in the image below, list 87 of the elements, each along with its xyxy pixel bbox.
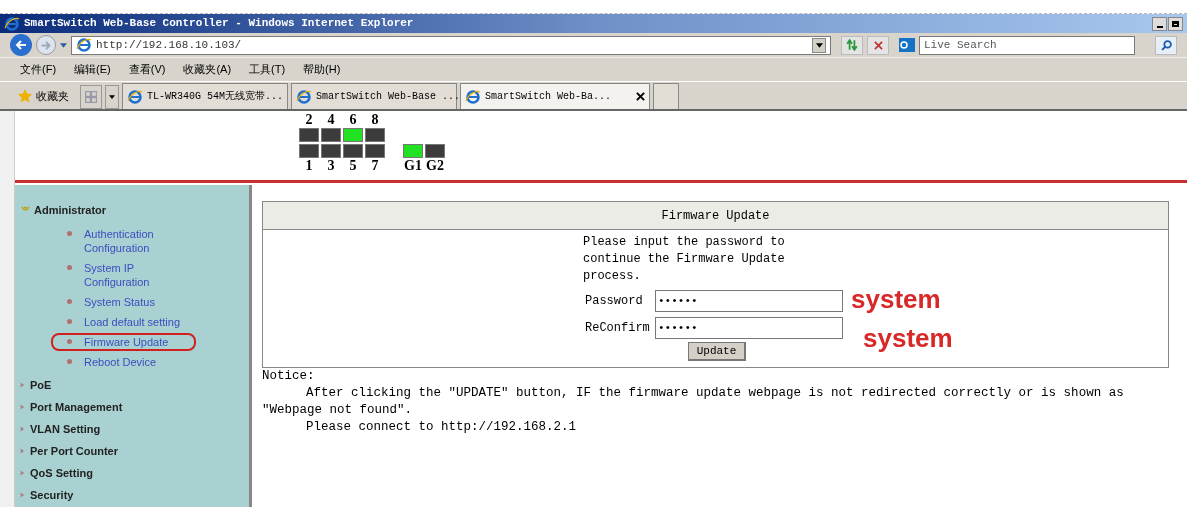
dropdown-button[interactable] [812, 37, 826, 53]
menu-group[interactable]: Security [20, 484, 249, 506]
refresh-button[interactable] [841, 35, 863, 55]
port-label: 6 [348, 113, 358, 127]
notice-text: After clicking the "UPDATE" button, IF the firmware update webpage is not redirected correctly or is shown as "Webpage not found". [262, 385, 1125, 419]
menu-link[interactable]: Reboot Device [51, 353, 196, 371]
stop-button[interactable] [867, 35, 889, 55]
caret-icon [60, 42, 67, 48]
menu-link[interactable]: System Status [51, 293, 196, 311]
browser-logo-icon [76, 37, 92, 53]
mail-logo-icon [899, 38, 915, 52]
browser-tab[interactable]: SmartSwitch Web-Ba... [460, 83, 650, 109]
search-field[interactable]: Live Search [919, 35, 1135, 55]
port-label: G1 [403, 159, 423, 173]
port-label: 8 [370, 113, 380, 127]
double-chevron-icon [20, 206, 30, 214]
chevron-icon [20, 447, 26, 455]
favorites-button[interactable]: 收藏夹 [18, 83, 77, 109]
right-arrow-icon [41, 40, 51, 50]
menu-group[interactable]: Per Port Counter [20, 440, 249, 462]
update-button[interactable]: Update [688, 342, 746, 361]
browser-logo-icon [465, 88, 481, 105]
address-field[interactable]: http://192.168.10.103/ [71, 35, 831, 55]
browser-logo-icon [127, 88, 143, 105]
panel-title: Firmware Update [661, 207, 770, 225]
browser-logo-icon [296, 88, 312, 105]
chevron-icon [20, 381, 26, 389]
grid-icon [85, 91, 97, 103]
menu-item[interactable]: 收藏夹(A) [183, 61, 232, 78]
close-icon[interactable] [636, 92, 645, 101]
port-label: 1 [304, 159, 314, 173]
port-label: 7 [370, 159, 380, 173]
password-field[interactable]: •••••• [655, 290, 843, 312]
restore-button[interactable] [1168, 16, 1183, 31]
bullet-icon [67, 319, 72, 324]
search-button[interactable] [1155, 35, 1177, 55]
window-title: SmartSwitch Web-Base Controller - Windows Internet Explorer [24, 16, 414, 32]
bullet-icon [67, 231, 72, 236]
menu-item[interactable]: 编辑(E) [74, 61, 111, 78]
port-label: G2 [425, 159, 445, 173]
menu-item[interactable]: 查看(V) [128, 61, 166, 78]
annotation-text: system [863, 322, 953, 355]
close-icon [873, 40, 883, 50]
left-arrow-icon [15, 40, 27, 50]
bullet-icon [67, 339, 72, 344]
instructions-text: Please input the password to continue the Firmware Update process. [583, 234, 786, 285]
refresh-arrows-icon [846, 39, 858, 51]
menu-link[interactable]: System IP Configuration [51, 259, 196, 291]
menu-item[interactable]: 文件(F) [20, 61, 57, 78]
field-label: ReConfirm [584, 320, 651, 337]
star-icon [18, 89, 32, 103]
menu-link[interactable]: Load default setting [51, 313, 196, 331]
menu-item[interactable]: 工具(T) [249, 61, 286, 78]
menu-link[interactable]: Firmware Update [51, 333, 196, 351]
browser-tab[interactable]: TL-WR340G 54M无线宽带... [122, 83, 288, 109]
password-field[interactable]: •••••• [655, 317, 843, 339]
port-label: 4 [326, 113, 336, 127]
caret-icon [815, 42, 823, 48]
menu-link[interactable]: Authentication Configuration [51, 225, 196, 257]
chevron-icon [20, 491, 26, 499]
port-label: 3 [326, 159, 336, 173]
new-tab-button[interactable] [653, 83, 679, 109]
menu-group[interactable]: Administrator [20, 199, 249, 221]
bullet-icon [67, 265, 72, 270]
bullet-icon [67, 299, 72, 304]
back-button[interactable] [10, 34, 32, 56]
chevron-icon [20, 403, 26, 411]
browser-tab[interactable]: SmartSwitch Web-Base ... [291, 83, 457, 109]
chevron-icon [20, 425, 26, 433]
menu-group[interactable]: PoE [20, 374, 249, 396]
chevron-icon [20, 469, 26, 477]
port-label: 5 [348, 159, 358, 173]
notice-title: Notice: [262, 368, 316, 385]
minimize-button[interactable] [1152, 16, 1167, 31]
caret-icon [109, 95, 115, 99]
menu-group[interactable]: QoS Setting [20, 462, 249, 484]
tab-list-button[interactable] [105, 85, 119, 109]
field-label: Password [584, 293, 644, 310]
bullet-icon [67, 359, 72, 364]
menu-group[interactable]: Port Management [20, 396, 249, 418]
browser-logo-icon [4, 15, 20, 32]
notice-text: Please connect to http://192.168.2.1 [305, 419, 578, 436]
menu-group[interactable]: VLAN Setting [20, 418, 249, 440]
annotation-text: system [851, 283, 941, 316]
port-label: 2 [304, 113, 314, 127]
search-icon [1160, 39, 1172, 51]
menu-item[interactable]: 帮助(H) [303, 61, 341, 78]
